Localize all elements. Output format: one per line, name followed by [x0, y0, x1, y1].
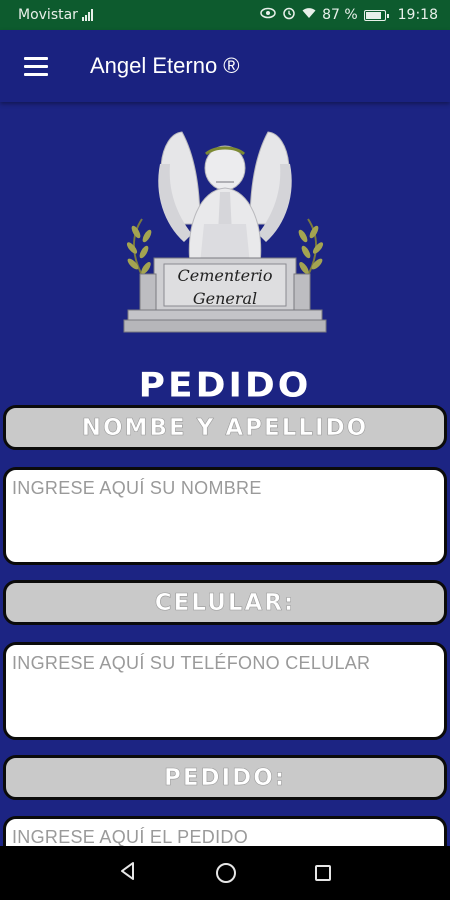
cemetery-angel-logo: Cementerio General — [120, 124, 330, 344]
name-placeholder: INGRESE AQUÍ SU NOMBRE — [12, 478, 262, 498]
order-placeholder: INGRESE AQUÍ EL PEDIDO — [12, 827, 248, 847]
back-icon[interactable] — [117, 860, 139, 886]
app-title: Angel Eterno ® — [90, 53, 240, 78]
phone-label: CELULAR: — [3, 580, 447, 625]
logo-text-line1: Cementerio — [178, 266, 273, 285]
wifi-icon — [302, 7, 316, 23]
hamburger-menu-icon[interactable] — [0, 30, 72, 102]
phone-placeholder: INGRESE AQUÍ SU TELÉFONO CELULAR — [12, 653, 371, 673]
app-bar: Angel Eterno ® — [0, 30, 450, 102]
signal-icon — [81, 9, 93, 21]
page-title: PEDIDO — [138, 366, 312, 405]
home-icon[interactable] — [214, 861, 238, 885]
clock-time: 19:18 — [397, 7, 438, 23]
phone-field[interactable]: INGRESE AQUÍ SU TELÉFONO CELULAR — [3, 642, 447, 740]
recent-apps-icon[interactable] — [313, 863, 333, 883]
battery-percent: 87 % — [322, 7, 358, 23]
logo-text-line2: General — [193, 289, 257, 308]
status-bar: Movistar 87 % 19:18 — [0, 0, 450, 30]
alarm-icon — [282, 6, 296, 24]
name-field[interactable]: INGRESE AQUÍ SU NOMBRE — [3, 467, 447, 565]
eye-icon — [260, 7, 276, 23]
carrier-name: Movistar — [18, 7, 78, 23]
order-label: PEDIDO: — [3, 755, 447, 800]
name-label: NOMBE Y APELLIDO — [3, 405, 447, 450]
battery-icon — [363, 9, 389, 21]
system-nav-bar — [0, 846, 450, 900]
